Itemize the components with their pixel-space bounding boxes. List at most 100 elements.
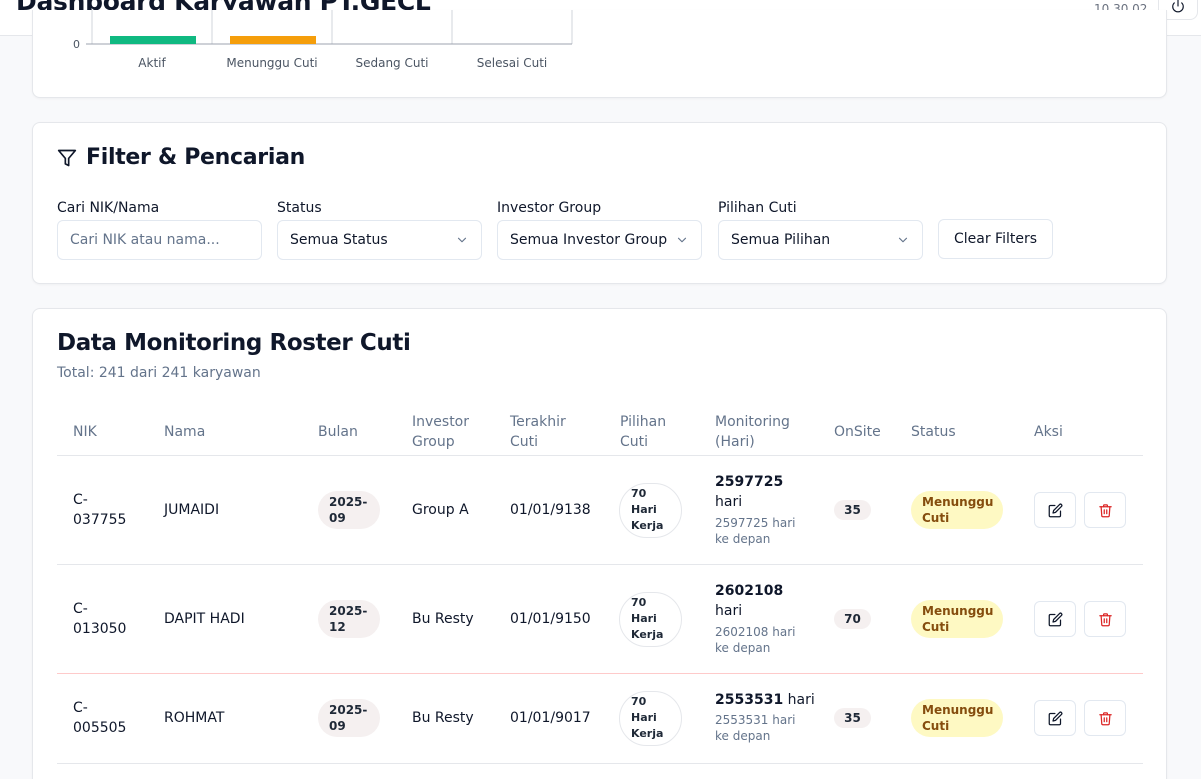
col-onsite[interactable]: OnSite xyxy=(834,422,881,442)
pilihan-badge: 70 Hari Kerja xyxy=(619,691,682,746)
investor-filter-label: Investor Group xyxy=(497,200,602,216)
table-row[interactable]: C- 037755 JUMAIDI 2025- 09 Group A 01/01… xyxy=(57,456,1143,565)
monitoring-unit: hari xyxy=(715,494,743,510)
col-terakhir-cuti[interactable]: Terakhir Cuti xyxy=(510,412,566,452)
nik-number: 005505 xyxy=(73,720,127,736)
col-nama[interactable]: Nama xyxy=(164,422,205,442)
table-row[interactable]: C- 005505 ROHMAT 2025- 09 Bu Resty 01/01… xyxy=(57,674,1143,764)
filter-card: Filter & Pencarian Cari NIK/Nama Status … xyxy=(32,122,1167,284)
pilihan-badge: 70 Hari Kerja xyxy=(619,483,682,538)
edit-button[interactable] xyxy=(1034,601,1076,637)
filter-heading: Filter & Pencarian xyxy=(57,145,305,170)
nik-prefix: C- xyxy=(73,492,88,508)
status-bar-chart: 0 Aktif Menunggu Cuti Sedang Cuti Selesai Cu… xyxy=(73,10,573,70)
cell-terakhir-cuti: 01/01/9138 xyxy=(510,502,591,518)
search-input[interactable] xyxy=(70,232,249,248)
col-monitoring[interactable]: Monitoring (Hari) xyxy=(715,412,790,452)
edit-icon xyxy=(1048,711,1062,725)
monitoring-note: 2602108 hari ke depan xyxy=(715,624,815,656)
col-status[interactable]: Status xyxy=(911,422,956,442)
chart-x-tick-label: Menunggu Cuti xyxy=(226,56,317,70)
col-investor-line2: Group xyxy=(412,434,455,450)
col-pilihan-line1: Pilihan xyxy=(620,414,667,430)
col-pilihan-line2: Cuti xyxy=(620,434,649,450)
monitoring-value: 2597725 xyxy=(715,474,784,490)
delete-button[interactable] xyxy=(1084,601,1126,637)
monitoring-note-line2: ke depan xyxy=(715,641,771,655)
col-investor-group[interactable]: Investor Group xyxy=(412,412,469,452)
investor-select[interactable]: Semua Investor Group xyxy=(497,220,702,260)
status-line2: Cuti xyxy=(922,620,950,634)
status-select-value: Semua Status xyxy=(290,232,388,248)
status-line2: Cuti xyxy=(922,719,950,733)
bulan-month: 12 xyxy=(329,620,346,634)
status-filter-group: Status Semua Status xyxy=(277,200,482,260)
filter-icon xyxy=(57,149,77,166)
roster-table-card: Data Monitoring Roster Cuti Total: 241 d… xyxy=(32,308,1167,779)
cell-nama: DAPIT HADI xyxy=(164,611,245,627)
edit-icon xyxy=(1048,612,1062,626)
bulan-month: 09 xyxy=(329,511,346,525)
pilihan-days: 70 xyxy=(631,487,647,500)
trash-icon xyxy=(1098,711,1112,725)
onsite-badge: 35 xyxy=(834,500,871,520)
chart-x-tick-label: Sedang Cuti xyxy=(355,56,428,70)
bulan-year: 2025- xyxy=(329,703,368,717)
cell-investor: Bu Resty xyxy=(412,611,474,627)
col-terakhir-line1: Terakhir xyxy=(510,414,566,430)
power-icon xyxy=(1172,0,1184,13)
monitoring-note: 2597725 hari ke depan xyxy=(715,515,815,547)
status-chart-card: 0 Aktif Menunggu Cuti Sedang Cuti Selesai Cu… xyxy=(32,10,1167,98)
bulan-badge: 2025- 09 xyxy=(318,491,380,529)
search-group: Cari NIK/Nama xyxy=(57,200,262,260)
col-bulan[interactable]: Bulan xyxy=(318,422,358,442)
monitoring-unit: hari xyxy=(787,692,815,708)
edit-button[interactable] xyxy=(1034,700,1076,736)
cell-investor: Bu Resty xyxy=(412,710,474,726)
nik-number: 013050 xyxy=(73,621,127,637)
cell-nik: C- 037755 xyxy=(73,490,133,530)
delete-button[interactable] xyxy=(1084,492,1126,528)
chart-y-tick-label: 0 xyxy=(73,38,80,51)
status-badge: Menunggu Cuti xyxy=(911,699,1003,737)
monitoring-note-line1: 2602108 hari xyxy=(715,625,796,639)
edit-button[interactable] xyxy=(1034,492,1076,528)
col-nik[interactable]: NIK xyxy=(73,422,97,442)
table-header: NIK Nama Bulan Investor Group Terakhir C… xyxy=(57,409,1143,456)
pilihan-filter-label: Pilihan Cuti xyxy=(718,200,797,216)
table-row[interactable]: C- 013050 DAPIT HADI 2025- 12 Bu Resty 0… xyxy=(57,565,1143,674)
clear-filters-button[interactable]: Clear Filters xyxy=(938,219,1053,259)
pilihan-type: Kerja xyxy=(631,628,664,641)
cell-nik: C- 013050 xyxy=(73,599,133,639)
edit-icon xyxy=(1048,503,1062,517)
monitoring-unit: hari xyxy=(715,603,743,619)
pilihan-badge: 70 Hari Kerja xyxy=(619,592,682,647)
cell-terakhir-cuti: 01/01/9017 xyxy=(510,710,591,726)
chart-bar xyxy=(230,36,316,44)
pilihan-unit: Hari xyxy=(631,503,657,516)
pilihan-filter-group: Pilihan Cuti Semua Pilihan xyxy=(718,200,923,260)
cell-nik: C- 005505 xyxy=(73,698,133,738)
pilihan-select-value: Semua Pilihan xyxy=(731,232,831,248)
bulan-month: 09 xyxy=(329,719,346,733)
status-badge: Menunggu Cuti xyxy=(911,600,1003,638)
col-investor-line1: Investor xyxy=(412,414,470,430)
col-pilihan-cuti[interactable]: Pilihan Cuti xyxy=(620,412,666,452)
cell-nama: ROHMAT xyxy=(164,710,225,726)
col-monitoring-line2: (Hari) xyxy=(715,434,755,450)
status-line2: Cuti xyxy=(922,511,950,525)
bulan-year: 2025- xyxy=(329,495,368,509)
pilihan-select[interactable]: Semua Pilihan xyxy=(718,220,923,260)
chevron-down-icon xyxy=(457,237,467,243)
nik-number: 037755 xyxy=(73,512,127,528)
trash-icon xyxy=(1098,503,1112,517)
search-field[interactable] xyxy=(57,220,262,260)
monitoring-note: 2553531 hari ke depan xyxy=(715,712,825,744)
delete-button[interactable] xyxy=(1084,700,1126,736)
investor-filter-group: Investor Group Semua Investor Group xyxy=(497,200,702,260)
nik-prefix: C- xyxy=(73,601,88,617)
status-select[interactable]: Semua Status xyxy=(277,220,482,260)
status-badge: Menunggu Cuti xyxy=(911,491,1003,529)
bulan-badge: 2025- 09 xyxy=(318,699,380,737)
trash-icon xyxy=(1098,612,1112,626)
